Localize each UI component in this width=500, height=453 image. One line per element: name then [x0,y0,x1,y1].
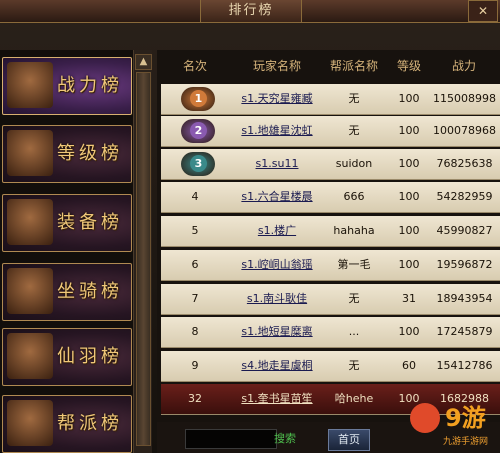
watermark-subtext: 九游手游网 [443,435,488,447]
guild-cell: 666 [343,190,365,203]
sidebar-item-label: 等级榜 [57,143,123,164]
window-title: 排行榜 [200,0,302,22]
header-power: 战力 [451,59,476,73]
power-cell: 15412786 [436,359,493,372]
sidebar-item-label: 仙羽榜 [57,346,123,367]
guild-cell: suidon [335,157,373,170]
table-row[interactable]: 6 s1.崆峒山翁瑶 第一毛 100 19596872 [161,250,500,281]
sidebar-item-label: 帮派榜 [57,413,123,434]
guild-cell: 无 [348,92,360,105]
player-name-link[interactable]: s1.天究星雍臧 [235,84,319,114]
rank-cell: 4 [191,190,199,203]
white-hair-portrait-icon [7,130,53,176]
guild-cell: 无 [348,124,360,137]
scroll-thumb[interactable] [136,72,151,446]
header-rank: 名次 [182,59,207,73]
table-row[interactable]: 3 s1.su11 suidon 100 76825638 [161,149,500,180]
watermark-logo-icon [410,403,440,433]
header-player: 玩家名称 [252,59,301,73]
level-cell: 100 [398,157,420,170]
sidebar-item-3[interactable]: 坐骑榜 [2,263,132,321]
header-level: 等级 [396,59,421,73]
sidebar-item-4[interactable]: 仙羽榜 [2,328,132,386]
level-cell: 100 [398,325,420,338]
level-cell: 100 [398,124,420,137]
rank-number: 3 [190,155,207,172]
sidebar-scrollbar[interactable]: ▲ [133,50,152,453]
search-input[interactable] [185,429,277,449]
rank-cell: 5 [191,224,199,237]
sidebar-item-2[interactable]: 装备榜 [2,194,132,252]
sidebar-item-label: 装备榜 [57,212,123,233]
table-row[interactable]: 4 s1.六合星楼晨 666 100 54282959 [161,182,500,213]
player-name-link[interactable]: s1.地短星糜离 [235,317,319,347]
armor-icon [7,199,53,245]
rank-cell: 7 [191,292,199,305]
level-cell: 100 [398,258,420,271]
rank-medal-icon: 2 [181,119,215,143]
rank-cell: 8 [191,325,199,338]
player-name-link[interactable]: s1.楼广 [235,216,319,246]
rank-medal-icon: 3 [181,152,215,176]
rank-number: 2 [190,122,207,139]
level-cell: 100 [398,190,420,203]
table-row[interactable]: 1 s1.天究星雍臧 无 100 115008998 [161,84,500,115]
title-bar: 排行榜 ✕ [0,0,500,23]
power-cell: 19596872 [436,258,493,271]
table-row[interactable]: 9 s4.地走星虞桐 无 60 15412786 [161,351,500,382]
player-name-link[interactable]: s1.六合星楼晨 [235,182,319,212]
warrior-portrait-icon [7,62,53,108]
player-name-link[interactable]: s1.南斗耿佳 [235,284,319,314]
player-name-link[interactable]: s1.奎书星苗笙 [235,384,319,414]
table-row[interactable]: 5 s1.楼广 hahaha 100 45990827 [161,216,500,247]
guild-cell: 无 [348,292,360,305]
guild-cell: ... [348,325,360,338]
guild-emblem-icon [7,400,53,446]
sidebar-item-label: 战力榜 [57,75,123,96]
guild-cell: hahaha [333,224,375,237]
rank-cell: 6 [191,258,199,271]
power-cell: 76825638 [436,157,493,170]
header-guild: 帮派名称 [329,59,378,73]
level-cell: 100 [398,92,420,105]
sidebar-item-5[interactable]: 帮派榜 [2,395,132,453]
power-cell: 18943954 [436,292,493,305]
power-cell: 100078968 [433,124,496,137]
level-cell: 60 [402,359,416,372]
player-name-link[interactable]: s1.崆峒山翁瑶 [235,250,319,280]
search-button[interactable]: 搜索 [274,431,300,447]
table-row[interactable]: 2 s1.地雄星沈虹 无 100 100078968 [161,116,500,147]
table-row[interactable]: 8 s1.地短星糜离... 100 17245879 [161,317,500,348]
sidebar-item-0[interactable]: 战力榜 [2,57,132,115]
wings-icon [7,333,53,379]
level-cell: 31 [402,292,416,305]
scroll-up-icon[interactable]: ▲ [135,54,152,70]
guild-cell: 第一毛 [337,258,371,271]
table-header: 名次 玩家名称 帮派名称 等级 战力 [157,55,500,77]
power-cell: 45990827 [436,224,493,237]
guild-cell: 哈hehe [334,392,374,405]
rank-cell: 32 [188,392,202,405]
table-row[interactable]: 7 s1.南斗耿佳 无 31 18943954 [161,284,500,315]
player-name-link[interactable]: s4.地走星虞桐 [235,351,319,381]
guild-cell: 无 [348,359,360,372]
first-page-button[interactable]: 首页 [328,429,370,451]
rank-number: 1 [190,90,207,107]
power-cell: 115008998 [433,92,496,105]
sidebar-item-label: 坐骑榜 [57,281,123,302]
site-watermark: 9游 九游手游网 [410,403,488,447]
level-cell: 100 [398,224,420,237]
player-name-link[interactable]: s1.地雄星沈虹 [235,116,319,146]
sidebar-item-1[interactable]: 等级榜 [2,125,132,183]
power-cell: 54282959 [436,190,493,203]
player-name-link[interactable]: s1.su11 [235,149,319,179]
power-cell: 17245879 [436,325,493,338]
rank-medal-icon: 1 [181,87,215,111]
watermark-text: 9游 [445,404,486,432]
horse-mount-icon [7,268,53,314]
rank-cell: 9 [191,359,199,372]
close-button[interactable]: ✕ [468,0,498,22]
